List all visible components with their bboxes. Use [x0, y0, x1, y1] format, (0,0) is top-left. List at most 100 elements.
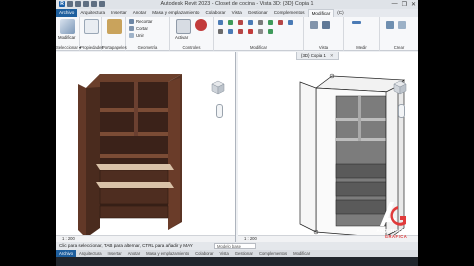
- override-icon[interactable]: [322, 21, 330, 29]
- window-controls: — ❐ ✕: [392, 1, 416, 8]
- offset-icon[interactable]: [228, 20, 233, 25]
- modify-cursor-icon[interactable]: [60, 19, 75, 34]
- create-part-icon[interactable]: [386, 21, 394, 29]
- bottom-tab-vista[interactable]: Vista: [217, 250, 232, 257]
- select-group: Modificar Seleccionar ▾: [56, 17, 81, 51]
- close-view-icon[interactable]: ✕: [330, 52, 334, 59]
- view-group: Vista: [304, 17, 344, 51]
- trim-icon[interactable]: [278, 20, 283, 25]
- create-group-icon[interactable]: [398, 21, 406, 29]
- join-label: Unir: [136, 33, 144, 38]
- closet-left-side: [86, 74, 100, 238]
- cut-label: Recortar: [136, 19, 153, 24]
- ribbon-panel: Modificar Seleccionar ▾ Propiedades Port…: [56, 17, 418, 51]
- unpin-icon[interactable]: [258, 29, 263, 34]
- tab-anotar[interactable]: Anotar: [130, 9, 150, 17]
- logo-text-line2: GRAFICA: [384, 234, 408, 239]
- measure-icon[interactable]: [352, 21, 361, 24]
- close-button[interactable]: ✕: [411, 1, 416, 8]
- scissors-icon: [129, 19, 134, 24]
- tab-vista[interactable]: Vista: [229, 9, 245, 17]
- status-text: Clic para seleccionar, TAB para alternar…: [59, 243, 193, 248]
- bottom-tab-anotar[interactable]: Anotar: [125, 250, 143, 257]
- bottom-tab-arquitectura[interactable]: Arquitectura: [76, 250, 105, 257]
- drawer-1-top: [96, 164, 174, 170]
- navigation-bar-icon[interactable]: [216, 104, 223, 118]
- bottom-tab-complementos[interactable]: Complementos: [256, 250, 290, 257]
- modify-panel-label: Modificar: [250, 45, 267, 50]
- control-red-icon[interactable]: [195, 19, 207, 31]
- geometry-group: Recortar Cortar Unir Geometría: [126, 17, 170, 51]
- measure-group: Medir: [344, 17, 380, 51]
- array-icon[interactable]: [218, 29, 223, 34]
- wire-left-door: [299, 81, 317, 233]
- right-view-tab-label: {3D} Copia 1: [301, 53, 326, 58]
- tab-colaborar[interactable]: Colaborar: [202, 9, 228, 17]
- paste-icon[interactable]: [107, 19, 122, 34]
- ribbon-tab-bar: Archivo Arquitectura Insertar Anotar Mas…: [56, 9, 418, 17]
- tab-complementos[interactable]: Complementos: [271, 9, 308, 17]
- clipboard-group: Portapapeles: [102, 17, 127, 51]
- bottom-tab-masa[interactable]: Masa y emplazamiento: [143, 250, 192, 257]
- select-dropdown[interactable]: Seleccionar ▾: [56, 45, 81, 50]
- maximize-button[interactable]: ❐: [402, 1, 407, 8]
- modify-tools-row-1: [218, 20, 293, 25]
- right-view-scale[interactable]: 1 : 200: [244, 236, 257, 241]
- tab-masa[interactable]: Masa y emplazamiento: [149, 9, 202, 17]
- copy-tool-icon[interactable]: [258, 20, 263, 25]
- align-icon[interactable]: [218, 20, 223, 25]
- rotate-icon[interactable]: [268, 20, 273, 25]
- tab-gestionar[interactable]: Gestionar: [245, 9, 271, 17]
- wire-divider: [358, 96, 361, 141]
- measure-label: Medir: [356, 45, 367, 50]
- measure-tools: [352, 21, 361, 24]
- tab-contextual[interactable]: (C): [334, 9, 346, 17]
- bottom-tab-archivo[interactable]: Archivo: [56, 250, 76, 257]
- right-view-tab[interactable]: {3D} Copia 1 ✕: [296, 52, 339, 60]
- model-selector[interactable]: Modelo base: [214, 243, 256, 249]
- scale-icon[interactable]: [228, 29, 233, 34]
- create-label: Crear: [393, 45, 405, 50]
- hide-icon[interactable]: [310, 21, 318, 29]
- properties-group: Propiedades: [80, 17, 104, 51]
- right-viewcube-icon[interactable]: [390, 78, 410, 96]
- mirror-axis-icon[interactable]: [268, 29, 273, 34]
- bottom-tab-colaborar[interactable]: Colaborar: [192, 250, 216, 257]
- modify-button-label[interactable]: Modificar: [58, 35, 75, 40]
- pin-icon[interactable]: [238, 29, 243, 34]
- closet-left-door: [78, 84, 86, 238]
- join-icon: [129, 33, 134, 38]
- tab-archivo[interactable]: Archivo: [56, 9, 78, 17]
- copy-label: Cortar: [136, 26, 148, 31]
- bottom-tab-gestionar[interactable]: Gestionar: [232, 250, 256, 257]
- viewcube-icon[interactable]: [208, 78, 228, 96]
- logo-text-line1: ARQUITECTURA: [376, 228, 416, 233]
- bottom-tab-insertar[interactable]: Insertar: [105, 250, 125, 257]
- view-label: Vista: [318, 45, 329, 50]
- tab-arquitectura[interactable]: Arquitectura: [77, 9, 108, 17]
- create-tools: [386, 21, 406, 29]
- create-group: Crear: [380, 17, 418, 51]
- activate-label: Activar: [175, 35, 189, 40]
- properties-label: Propiedades: [80, 45, 104, 50]
- left-view-scale[interactable]: 1 : 200: [62, 236, 75, 241]
- bottom-tab-modificar[interactable]: Modificar: [290, 250, 313, 257]
- split-icon[interactable]: [288, 20, 293, 25]
- mirror-icon[interactable]: [238, 20, 243, 25]
- delete-icon[interactable]: [248, 29, 253, 34]
- tab-modificar[interactable]: Modificar: [307, 9, 335, 17]
- right-navigation-bar-icon[interactable]: [398, 104, 405, 118]
- minimize-button[interactable]: —: [392, 1, 398, 8]
- cut-button[interactable]: Recortar: [129, 19, 152, 24]
- geometry-label: Geometría: [137, 45, 158, 50]
- drawer-2: [99, 187, 169, 205]
- tab-insertar[interactable]: Insertar: [108, 9, 130, 17]
- screen-frame: R Autodesk Revit 2023 - Closet de cocina…: [0, 0, 474, 266]
- controls-group: Activar Controles: [170, 17, 214, 51]
- join-button[interactable]: Unir: [129, 33, 144, 38]
- move-icon[interactable]: [248, 20, 253, 25]
- copy-button[interactable]: Cortar: [129, 26, 148, 31]
- activate-icon[interactable]: [176, 19, 191, 34]
- left-3d-view[interactable]: 1 : 200: [56, 52, 236, 242]
- properties-icon[interactable]: [84, 19, 99, 34]
